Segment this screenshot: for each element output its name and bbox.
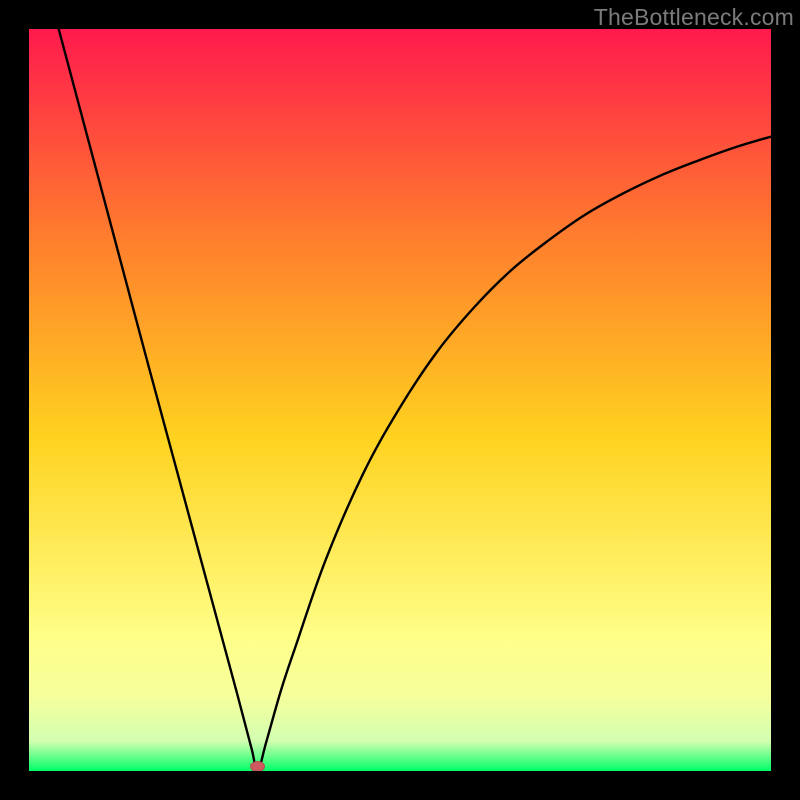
gradient-background (29, 29, 771, 771)
chart-frame (29, 29, 771, 771)
minimum-marker (251, 762, 265, 771)
bottleneck-chart (29, 29, 771, 771)
watermark-label: TheBottleneck.com (594, 4, 794, 31)
